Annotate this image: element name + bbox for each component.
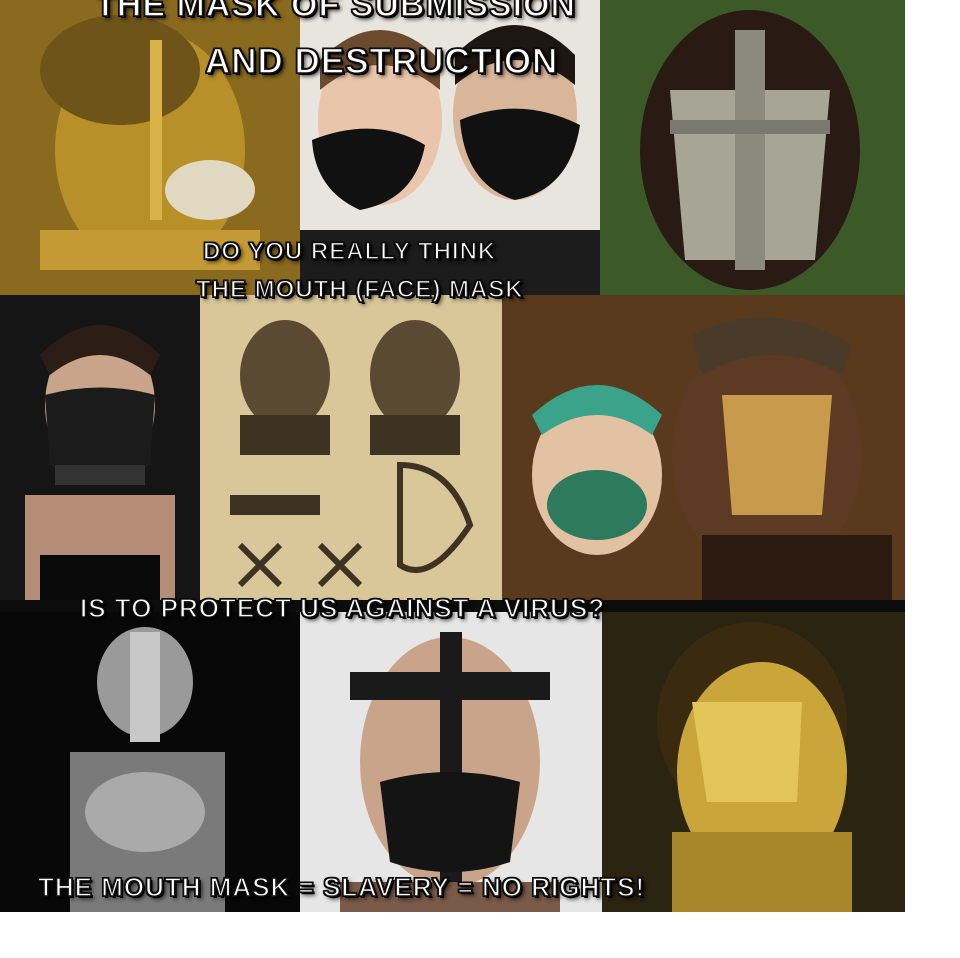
meme-collage: THE MASK OF SUBMISSION AND DESTRUCTION D… xyxy=(0,0,905,912)
panel-woman-with-studded-mask xyxy=(0,295,200,600)
question-line-2: THE MOUTH (FACE) MASK xyxy=(195,275,524,304)
panel-woman-with-metal-cage-mask xyxy=(600,0,905,295)
panel-silver-painted-figure-with-helmet xyxy=(0,612,300,912)
title-line-1: THE MASK OF SUBMISSION xyxy=(94,0,577,25)
verdict-caption: THE MOUTH MASK = SLAVERY = NO RIGHTS! xyxy=(37,871,646,903)
panel-gold-painted-woman-with-mask xyxy=(602,612,905,912)
question-line-1: DO YOU REALLY THINK xyxy=(202,237,497,266)
panel-spiked-masks-and-hand-over-face xyxy=(502,295,905,600)
title-line-2: AND DESTRUCTION xyxy=(204,41,559,82)
panel-antique-illustration-of-scold-bridles xyxy=(200,295,502,600)
question-line-3: IS TO PROTECT US AGAINST A VIRUS? xyxy=(79,592,606,624)
panel-man-in-leather-harness-mask xyxy=(300,612,602,912)
